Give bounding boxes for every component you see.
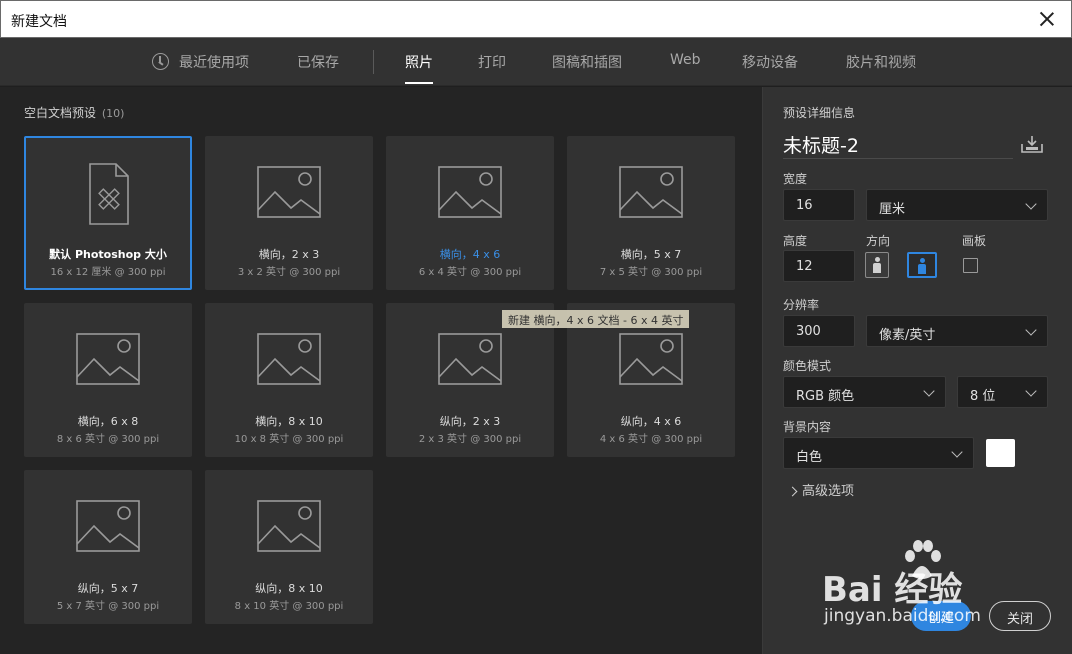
image-placeholder-icon bbox=[76, 500, 140, 552]
advanced-options-label: 高级选项 bbox=[802, 484, 855, 499]
color-mode-label: 颜色模式 bbox=[783, 359, 832, 373]
image-placeholder-icon bbox=[619, 333, 683, 385]
width-unit-value: 厘米 bbox=[879, 202, 906, 217]
tab-recent[interactable]: 最近使用项 bbox=[179, 52, 249, 72]
preset-card[interactable]: 横向，6 x 8 8 x 6 英寸 @ 300 ppi bbox=[24, 303, 192, 457]
preset-name: 纵向，2 x 3 bbox=[439, 415, 501, 428]
preset-name: 纵向，8 x 10 bbox=[255, 582, 323, 595]
tab-web[interactable]: Web bbox=[670, 52, 701, 68]
landscape-icon bbox=[918, 258, 926, 274]
document-name-field[interactable]: 未标题-2 bbox=[783, 131, 1013, 159]
preset-desc: 3 x 2 英寸 @ 300 ppi bbox=[237, 267, 341, 278]
artboard-label: 画板 bbox=[962, 234, 987, 248]
image-placeholder-icon bbox=[257, 333, 321, 385]
tab-art-illustration[interactable]: 图稿和插图 bbox=[552, 52, 622, 72]
preset-desc: 8 x 10 英寸 @ 300 ppi bbox=[234, 601, 344, 612]
preset-name: 横向，6 x 8 bbox=[77, 415, 139, 428]
advanced-options-toggle[interactable]: 高级选项 bbox=[787, 480, 855, 499]
color-mode-value: RGB 颜色 bbox=[796, 389, 855, 404]
close-icon[interactable] bbox=[1037, 9, 1057, 29]
preset-card[interactable]: 默认 Photoshop 大小 16 x 12 厘米 @ 300 ppi bbox=[24, 136, 192, 290]
resolution-input[interactable]: 300 bbox=[783, 315, 855, 347]
tab-film-video[interactable]: 胶片和视频 bbox=[846, 52, 916, 72]
bit-depth-select[interactable]: 8 位 bbox=[957, 376, 1048, 408]
clock-icon bbox=[152, 53, 169, 70]
preset-name: 默认 Photoshop 大小 bbox=[49, 248, 167, 261]
preset-card[interactable]: 横向，4 x 6 6 x 4 英寸 @ 300 ppi bbox=[386, 136, 554, 290]
tab-print[interactable]: 打印 bbox=[478, 52, 506, 72]
chevron-down-icon bbox=[1025, 198, 1037, 210]
artboard-checkbox[interactable] bbox=[963, 258, 978, 273]
preset-desc: 16 x 12 厘米 @ 300 ppi bbox=[50, 267, 166, 278]
preset-card[interactable]: 横向，5 x 7 7 x 5 英寸 @ 300 ppi bbox=[567, 136, 735, 290]
preset-name: 横向，4 x 6 bbox=[439, 248, 501, 261]
window-title: 新建文档 bbox=[11, 14, 67, 30]
preset-name: 纵向，5 x 7 bbox=[77, 582, 139, 595]
preset-card[interactable]: 横向，2 x 3 3 x 2 英寸 @ 300 ppi bbox=[205, 136, 373, 290]
width-label: 宽度 bbox=[783, 172, 808, 186]
preset-name: 横向，8 x 10 bbox=[255, 415, 323, 428]
save-preset-icon[interactable] bbox=[1021, 135, 1043, 153]
preset-desc: 8 x 6 英寸 @ 300 ppi bbox=[56, 434, 160, 445]
details-header: 预设详细信息 bbox=[783, 106, 856, 120]
background-color-swatch[interactable] bbox=[986, 439, 1015, 467]
presets-header: 空白文档预设 (10) bbox=[24, 104, 124, 121]
create-button[interactable]: 创建 bbox=[911, 601, 971, 631]
title-bar: 新建文档 bbox=[0, 0, 1072, 38]
image-placeholder-icon bbox=[438, 333, 502, 385]
background-value: 白色 bbox=[796, 450, 823, 465]
image-placeholder-icon bbox=[257, 166, 321, 218]
chevron-down-icon bbox=[1025, 324, 1037, 336]
resolution-unit-value: 像素/英寸 bbox=[879, 328, 936, 343]
width-unit-select[interactable]: 厘米 bbox=[866, 189, 1048, 221]
orientation-label: 方向 bbox=[866, 234, 891, 248]
preset-name: 横向，5 x 7 bbox=[620, 248, 682, 261]
preset-card[interactable]: 纵向，8 x 10 8 x 10 英寸 @ 300 ppi bbox=[205, 470, 373, 624]
tab-mobile[interactable]: 移动设备 bbox=[742, 52, 798, 72]
resolution-unit-select[interactable]: 像素/英寸 bbox=[866, 315, 1048, 347]
preset-desc: 4 x 6 英寸 @ 300 ppi bbox=[599, 434, 703, 445]
preset-desc: 5 x 7 英寸 @ 300 ppi bbox=[56, 601, 160, 612]
chevron-down-icon bbox=[923, 385, 935, 397]
preset-card[interactable]: 横向，8 x 10 10 x 8 英寸 @ 300 ppi bbox=[205, 303, 373, 457]
preset-name: 横向，2 x 3 bbox=[258, 248, 320, 261]
image-placeholder-icon bbox=[257, 500, 321, 552]
background-label: 背景内容 bbox=[783, 420, 832, 434]
close-button[interactable]: 关闭 bbox=[989, 601, 1051, 631]
preset-desc: 7 x 5 英寸 @ 300 ppi bbox=[599, 267, 703, 278]
image-placeholder-icon bbox=[76, 333, 140, 385]
preset-desc: 6 x 4 英寸 @ 300 ppi bbox=[418, 267, 522, 278]
color-mode-select[interactable]: RGB 颜色 bbox=[783, 376, 946, 408]
presets-count: (10) bbox=[101, 107, 125, 120]
landscape-orientation-button[interactable] bbox=[907, 252, 937, 278]
preset-desc: 10 x 8 英寸 @ 300 ppi bbox=[234, 434, 344, 445]
portrait-icon bbox=[873, 257, 881, 273]
height-input[interactable]: 12 bbox=[783, 250, 855, 282]
document-ruler-pencil-icon bbox=[89, 163, 129, 225]
preset-gallery: 空白文档预设 (10) 默认 Photoshop 大小 16 x 12 厘米 @… bbox=[0, 87, 762, 654]
presets-title: 空白文档预设 bbox=[24, 106, 97, 120]
chevron-right-icon bbox=[787, 486, 798, 497]
preset-card[interactable]: 纵向，5 x 7 5 x 7 英寸 @ 300 ppi bbox=[24, 470, 192, 624]
chevron-down-icon bbox=[951, 446, 963, 458]
tab-saved[interactable]: 已保存 bbox=[297, 52, 339, 72]
preset-tooltip: 新建 横向，4 x 6 文档 - 6 x 4 英寸 bbox=[502, 310, 690, 328]
chevron-down-icon bbox=[1025, 385, 1037, 397]
tab-photo[interactable]: 照片 bbox=[405, 52, 433, 84]
preset-desc: 2 x 3 英寸 @ 300 ppi bbox=[418, 434, 522, 445]
portrait-orientation-button[interactable] bbox=[865, 252, 889, 278]
resolution-label: 分辨率 bbox=[783, 298, 820, 312]
image-placeholder-icon bbox=[619, 166, 683, 218]
preset-details-panel: 预设详细信息 未标题-2 宽度 16 厘米 高度 方向 画板 12 分辨率 30… bbox=[762, 87, 1072, 654]
tab-divider bbox=[373, 50, 374, 74]
width-input[interactable]: 16 bbox=[783, 189, 855, 221]
height-label: 高度 bbox=[783, 234, 808, 248]
preset-name: 纵向，4 x 6 bbox=[620, 415, 682, 428]
background-select[interactable]: 白色 bbox=[783, 437, 974, 469]
bit-depth-value: 8 位 bbox=[970, 389, 996, 404]
image-placeholder-icon bbox=[438, 166, 502, 218]
